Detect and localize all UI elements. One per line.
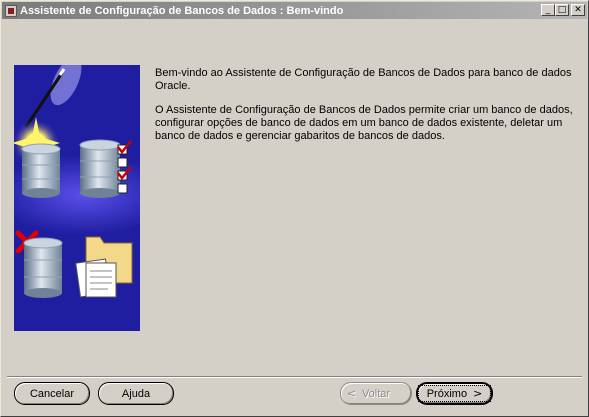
wizard-window: Assistente de Configuração de Bancos de … — [0, 0, 589, 417]
window-controls: _ □ ✕ — [541, 4, 585, 16]
back-label: Voltar — [361, 387, 391, 400]
help-label: Ajuda — [121, 387, 151, 400]
description-paragraph: O Assistente de Configuração de Bancos d… — [155, 104, 573, 142]
next-label: Próximo — [426, 387, 468, 400]
database-icon — [21, 143, 61, 198]
welcome-paragraph: Bem-vindo ao Assistente de Configuração … — [155, 67, 572, 92]
back-arrow-icon: < — [346, 387, 356, 400]
next-focus-box: Próximo > — [417, 385, 492, 402]
cancel-button[interactable]: Cancelar — [14, 382, 90, 405]
database-icon — [23, 237, 63, 298]
banner-graphic — [14, 65, 140, 331]
window-title: Assistente de Configuração de Bancos de … — [20, 4, 344, 17]
next-arrow-icon: > — [473, 387, 483, 400]
help-button[interactable]: Ajuda — [98, 382, 174, 405]
title-bar[interactable]: Assistente de Configuração de Bancos de … — [2, 2, 587, 19]
minimize-button[interactable]: _ — [541, 4, 555, 16]
back-button[interactable]: < Voltar > — [340, 382, 412, 405]
app-icon[interactable] — [5, 4, 17, 17]
database-wizard-illustration — [14, 65, 140, 331]
maximize-button[interactable]: □ — [555, 4, 569, 16]
welcome-message: Bem-vindo ao Assistente de Configuração … — [155, 67, 575, 154]
next-button[interactable]: Próximo > — [416, 382, 493, 405]
separator — [7, 376, 582, 378]
database-icon — [79, 139, 121, 198]
cancel-label: Cancelar — [29, 387, 75, 400]
close-button[interactable]: ✕ — [571, 4, 585, 16]
